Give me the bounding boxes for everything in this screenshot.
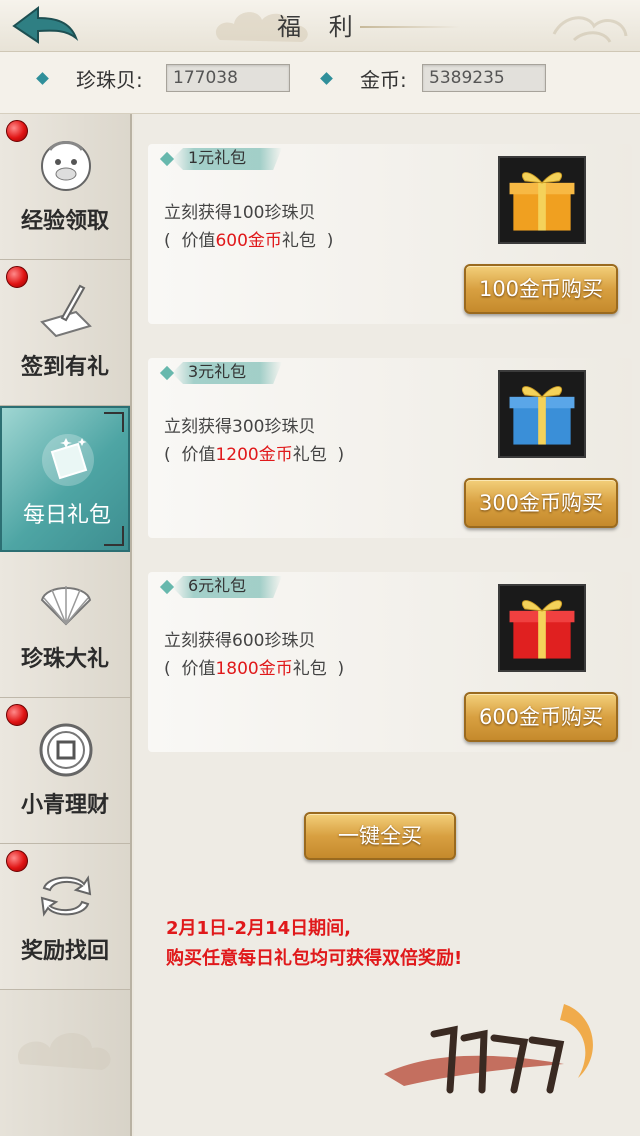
sidebar-item-signin[interactable]: 签到有礼 — [0, 260, 130, 406]
main-content: 1元礼包 立刻获得100珍珠贝 ( 价值600金币礼包 ) 100金币购买 3元… — [134, 114, 640, 1136]
notification-dot — [6, 266, 28, 288]
shell-icon — [40, 586, 92, 626]
page-title: 福 利 — [277, 13, 363, 41]
package-value: ( 价值600金币礼包 ) — [164, 231, 334, 251]
notification-dot — [6, 704, 28, 726]
notification-dot — [6, 120, 28, 142]
buy-package-3-button[interactable]: 600金币购买 — [464, 692, 618, 742]
promo-notice-line2: 购买任意每日礼包均可获得双倍奖励! — [166, 948, 463, 969]
promo-notice: 2月1日-2月14日期间, 购买任意每日礼包均可获得双倍奖励! — [166, 914, 626, 974]
package-card-2: 3元礼包 立刻获得300珍珠贝 ( 价值1200金币礼包 ) 300金币购买 — [148, 358, 632, 538]
sidebar-item-finance[interactable]: 小青理财 — [0, 698, 130, 844]
gold-label: 金币: — [360, 68, 407, 92]
sidebar-item-pearl-gift[interactable]: 珍珠大礼 — [0, 552, 130, 698]
gift-box-icon — [498, 156, 586, 244]
gift-card-icon — [42, 434, 94, 486]
package-card-1: 1元礼包 立刻获得100珍珠贝 ( 价值600金币礼包 ) 100金币购买 — [148, 144, 632, 324]
currency-bar: 珍珠贝: 177038 金币: 5389235 — [0, 52, 640, 114]
gold-value: 5389235 — [422, 64, 546, 92]
sidebar-item-label: 小青理财 — [20, 793, 109, 818]
cloud-ornament-icon — [17, 1033, 111, 1070]
header-bar: 福 利 — [0, 0, 640, 52]
buy-package-1-button[interactable]: 100金币购买 — [464, 264, 618, 314]
pearl-label: 珍珠贝: — [76, 68, 143, 92]
sidebar-item-label: 经验领取 — [20, 209, 109, 234]
cloud-ornament-icon — [552, 16, 628, 43]
package-card-3: 6元礼包 立刻获得600珍珠贝 ( 价值1800金币礼包 ) 600金币购买 — [148, 572, 632, 752]
gift-box-icon — [498, 370, 586, 458]
package-value: ( 价值1200金币礼包 ) — [164, 445, 345, 465]
monkey-face-icon — [41, 141, 91, 191]
title-divider — [360, 26, 460, 28]
package-value: ( 价值1800金币礼包 ) — [164, 659, 345, 679]
sidebar-item-exp[interactable]: 经验领取 — [0, 114, 130, 260]
pearl-value: 177038 — [166, 64, 290, 92]
corner-ornament — [104, 412, 124, 432]
package-title: 3元礼包 — [188, 362, 247, 381]
diamond-bullet-icon — [159, 579, 175, 595]
game-logo-icon — [384, 1004, 593, 1094]
buy-package-2-button[interactable]: 300金币购买 — [464, 478, 618, 528]
diamond-bullet-icon — [159, 151, 175, 167]
cycle-arrows-icon — [40, 875, 92, 917]
sidebar-item-daily-gift[interactable]: 每日礼包 — [0, 406, 130, 552]
sidebar-item-reward-recovery[interactable]: 奖励找回 — [0, 844, 130, 990]
package-description: 立刻获得300珍珠贝 — [164, 417, 316, 437]
promo-notice-line1: 2月1日-2月14日期间, — [166, 918, 351, 939]
sidebar-item-label: 珍珠大礼 — [20, 647, 109, 672]
package-description: 立刻获得100珍珠贝 — [164, 203, 316, 223]
sidebar-item-label: 签到有礼 — [20, 355, 109, 380]
diamond-bullet-icon — [159, 365, 175, 381]
diamond-bullet-icon — [320, 72, 333, 85]
back-arrow-icon[interactable] — [10, 4, 80, 48]
sidebar: 经验领取 签到有礼 每日礼包 珍珠大礼 小青理财 奖励找回 — [0, 114, 132, 1136]
sidebar-item-label: 奖励找回 — [20, 939, 109, 964]
package-description: 立刻获得600珍珠贝 — [164, 631, 316, 651]
diamond-bullet-icon — [36, 72, 49, 85]
corner-ornament — [104, 526, 124, 546]
quill-scroll-icon — [40, 284, 92, 338]
package-title: 6元礼包 — [188, 576, 247, 595]
coin-icon — [39, 723, 93, 777]
gift-box-icon — [498, 584, 586, 672]
package-title: 1元礼包 — [188, 148, 247, 167]
notification-dot — [6, 850, 28, 872]
buy-all-button[interactable]: 一键全买 — [304, 812, 456, 860]
